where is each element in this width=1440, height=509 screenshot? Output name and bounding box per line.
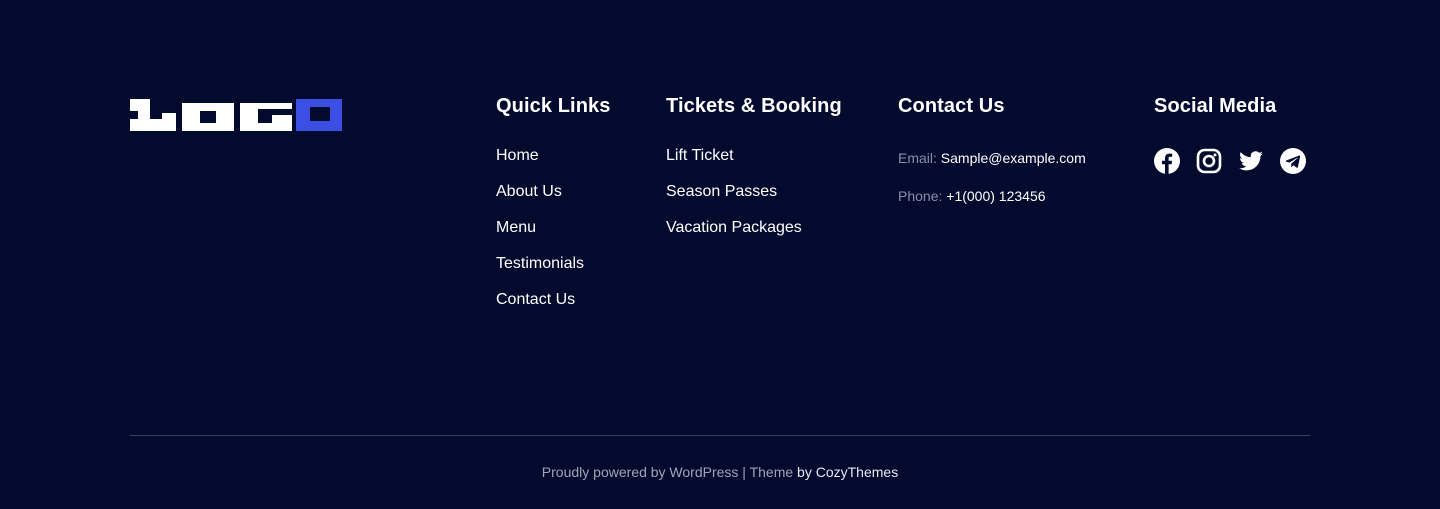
site-footer: Quick Links Home About Us Menu Testimoni… <box>0 0 1440 509</box>
footer-divider <box>130 435 1310 436</box>
facebook-icon[interactable] <box>1154 148 1180 174</box>
copyright: Proudly powered by WordPress | Theme by … <box>0 463 1440 481</box>
quick-link-contact-us[interactable]: Contact Us <box>496 290 610 310</box>
quick-link-about-us[interactable]: About Us <box>496 182 610 202</box>
quick-links-column: Quick Links Home About Us Menu Testimoni… <box>496 92 610 326</box>
logo-letter-g <box>240 103 292 131</box>
ticket-link-vacation-packages[interactable]: Vacation Packages <box>666 218 842 238</box>
tickets-list: Lift Ticket Season Passes Vacation Packa… <box>666 146 842 238</box>
quick-link-testimonials[interactable]: Testimonials <box>496 254 610 274</box>
tickets-heading: Tickets & Booking <box>666 95 842 117</box>
powered-by-text[interactable]: Proudly powered by WordPress <box>542 464 739 480</box>
logo-letter-o <box>182 103 234 131</box>
tickets-column: Tickets & Booking Lift Ticket Season Pas… <box>666 92 842 254</box>
ticket-link-lift-ticket[interactable]: Lift Ticket <box>666 146 842 166</box>
twitter-icon[interactable] <box>1238 148 1264 174</box>
telegram-icon[interactable] <box>1280 148 1306 174</box>
site-logo[interactable] <box>130 99 342 131</box>
contact-email: Email: Sample@example.com <box>898 149 1086 167</box>
contact-heading: Contact Us <box>898 95 1005 117</box>
theme-author-link[interactable]: by CozyThemes <box>797 464 898 480</box>
email-value[interactable]: Sample@example.com <box>941 150 1086 166</box>
theme-text: Theme <box>749 464 798 480</box>
logo-letter-l <box>130 99 176 131</box>
phone-label: Phone: <box>898 188 943 204</box>
separator: | <box>738 464 750 480</box>
social-icons <box>1154 148 1306 174</box>
logo-letter-o-accent <box>296 99 342 131</box>
ticket-link-season-passes[interactable]: Season Passes <box>666 182 842 202</box>
instagram-icon[interactable] <box>1196 148 1222 174</box>
contact-column: Contact Us Email: Sample@example.com Pho… <box>898 92 1086 225</box>
email-label: Email: <box>898 150 937 166</box>
quick-links-list: Home About Us Menu Testimonials Contact … <box>496 146 610 310</box>
social-heading: Social Media <box>1154 95 1277 117</box>
contact-phone: Phone: +1(000) 123456 <box>898 187 1086 205</box>
contact-list: Email: Sample@example.com Phone: +1(000)… <box>898 149 1086 205</box>
quick-links-heading: Quick Links <box>496 95 611 117</box>
social-column: Social Media <box>1154 92 1306 174</box>
quick-link-menu[interactable]: Menu <box>496 218 610 238</box>
quick-link-home[interactable]: Home <box>496 146 610 166</box>
phone-value[interactable]: +1(000) 123456 <box>946 188 1045 204</box>
